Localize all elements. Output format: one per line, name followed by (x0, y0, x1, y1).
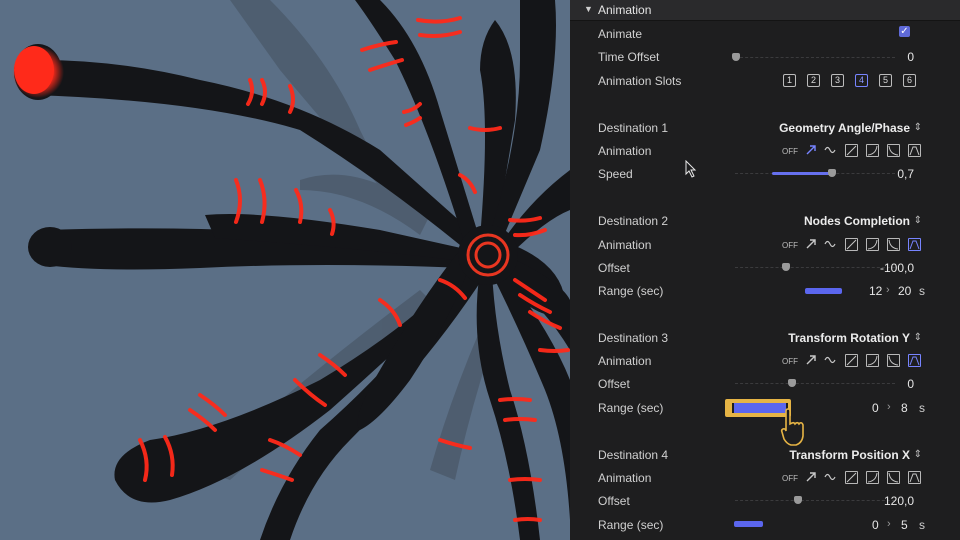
speed-label: Speed (598, 167, 633, 181)
inspector-panel: ▼ Animation Animate ✓ Time Offset 0 Anim… (570, 0, 960, 540)
speed-slider-thumb[interactable] (828, 169, 836, 177)
animation-slots-label: Animation Slots (598, 74, 682, 88)
range-bar[interactable] (734, 521, 763, 527)
slot-5-button[interactable]: 5 (879, 74, 892, 87)
mode-off-button[interactable]: OFF (782, 147, 798, 156)
destination-2-popup[interactable]: Nodes Completion (804, 214, 910, 228)
destination-2-animation-label: Animation (598, 238, 652, 252)
slot-4-button[interactable]: 4 (855, 74, 868, 87)
disclosure-triangle-icon[interactable]: ▼ (584, 4, 593, 14)
offset-track[interactable] (735, 383, 895, 385)
destination-4-popup[interactable]: Transform Position X (789, 448, 910, 462)
mode-off-button[interactable]: OFF (782, 241, 798, 250)
offset-label: Offset (598, 494, 630, 508)
time-offset-slider-thumb[interactable] (732, 53, 740, 61)
offset-slider-thumb[interactable] (788, 379, 796, 387)
range-from-value[interactable]: 0 (872, 401, 879, 415)
linear-mode-icon[interactable] (845, 238, 858, 251)
ramp-arrow-icon[interactable] (805, 471, 817, 483)
range-unit: s (919, 518, 925, 532)
wave-icon[interactable] (824, 144, 836, 156)
peak-mode-icon[interactable] (908, 238, 921, 251)
offset-value[interactable]: 0 (907, 377, 914, 391)
slot-3-button[interactable]: 3 (831, 74, 844, 87)
arrow-cursor-icon (685, 160, 697, 178)
destination-3-label: Destination 3 (598, 331, 669, 345)
ease-in-mode-icon[interactable] (866, 238, 879, 251)
animate-checkbox[interactable]: ✓ (899, 26, 910, 37)
linear-mode-icon[interactable] (845, 354, 858, 367)
chevron-updown-icon[interactable]: ⇕ (914, 122, 922, 133)
range-arrow-icon: › (887, 401, 891, 413)
offset-value[interactable]: 120,0 (884, 494, 914, 508)
range-label: Range (sec) (598, 518, 664, 532)
speed-value[interactable]: 0,7 (897, 167, 914, 181)
range-to-value[interactable]: 8 (901, 401, 908, 415)
chevron-updown-icon[interactable]: ⇕ (914, 449, 922, 460)
ramp-arrow-icon[interactable] (805, 144, 817, 156)
destination-3-popup[interactable]: Transform Rotation Y (788, 331, 910, 345)
destination-3-animation-label: Animation (598, 354, 652, 368)
mode-off-button[interactable]: OFF (782, 474, 798, 483)
range-arrow-icon: › (886, 284, 890, 296)
range-from-value[interactable]: 12 (869, 284, 882, 298)
range-from-value[interactable]: 0 (872, 518, 879, 532)
offset-label: Offset (598, 261, 630, 275)
destination-1-animation-label: Animation (598, 144, 652, 158)
range-unit: s (919, 284, 925, 298)
wave-icon[interactable] (824, 471, 836, 483)
section-title: Animation (598, 3, 652, 17)
ease-out-mode-icon[interactable] (887, 238, 900, 251)
ease-in-mode-icon[interactable] (866, 471, 879, 484)
time-offset-label: Time Offset (598, 50, 660, 64)
offset-slider-thumb[interactable] (782, 263, 790, 271)
render-viewport[interactable] (0, 0, 570, 540)
range-arrow-icon: › (887, 518, 891, 530)
slot-2-button[interactable]: 2 (807, 74, 820, 87)
linear-mode-icon[interactable] (845, 471, 858, 484)
offset-track[interactable] (735, 500, 895, 502)
range-to-value[interactable]: 20 (898, 284, 911, 298)
destination-1-label: Destination 1 (598, 121, 669, 135)
destination-4-animation-label: Animation (598, 471, 652, 485)
destination-2-label: Destination 2 (598, 214, 669, 228)
ramp-arrow-icon[interactable] (805, 238, 817, 250)
ease-in-mode-icon[interactable] (866, 144, 879, 157)
hand-cursor-icon (780, 408, 804, 446)
ease-out-mode-icon[interactable] (887, 471, 900, 484)
range-bar[interactable] (805, 288, 842, 294)
ramp-arrow-icon[interactable] (805, 354, 817, 366)
range-unit: s (919, 401, 925, 415)
peak-mode-icon[interactable] (908, 144, 921, 157)
chevron-updown-icon[interactable]: ⇕ (914, 332, 922, 343)
range-label: Range (sec) (598, 401, 664, 415)
time-offset-track[interactable] (735, 57, 895, 59)
destination-1-popup[interactable]: Geometry Angle/Phase (779, 121, 910, 135)
offset-value[interactable]: -100,0 (880, 261, 914, 275)
wave-icon[interactable] (824, 354, 836, 366)
offset-track[interactable] (735, 267, 895, 269)
time-offset-value[interactable]: 0 (907, 50, 914, 64)
range-to-value[interactable]: 5 (901, 518, 908, 532)
chevron-updown-icon[interactable]: ⇕ (914, 215, 922, 226)
ease-out-mode-icon[interactable] (887, 354, 900, 367)
speed-fill (772, 172, 832, 175)
ease-out-mode-icon[interactable] (887, 144, 900, 157)
ease-in-mode-icon[interactable] (866, 354, 879, 367)
slot-1-button[interactable]: 1 (783, 74, 796, 87)
animation-section-header[interactable]: ▼ Animation (570, 0, 960, 21)
range-label: Range (sec) (598, 284, 664, 298)
peak-mode-icon[interactable] (908, 471, 921, 484)
animate-label: Animate (598, 27, 643, 41)
slot-6-button[interactable]: 6 (903, 74, 916, 87)
linear-mode-icon[interactable] (845, 144, 858, 157)
offset-slider-thumb[interactable] (794, 496, 802, 504)
peak-mode-icon[interactable] (908, 354, 921, 367)
destination-4-label: Destination 4 (598, 448, 669, 462)
offset-label: Offset (598, 377, 630, 391)
tentacle-render (0, 0, 570, 540)
wave-icon[interactable] (824, 238, 836, 250)
mode-off-button[interactable]: OFF (782, 357, 798, 366)
